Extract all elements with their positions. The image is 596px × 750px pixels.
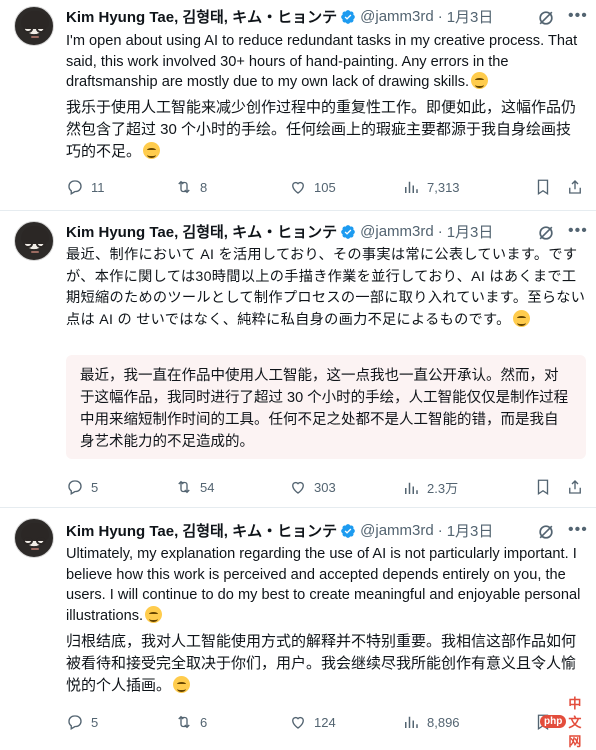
repost-count: 54 xyxy=(200,479,215,495)
repost-icon xyxy=(178,180,190,194)
tweet-body-text: Ultimately, my explanation regarding the… xyxy=(66,546,581,624)
tweet-body: 最近、制作において AI を活用しており、その事実は常に公表しています。ですが、… xyxy=(66,245,590,331)
like-button[interactable]: 105 xyxy=(289,178,336,196)
views-button[interactable]: 2.3万 xyxy=(402,478,458,497)
like-count: 303 xyxy=(314,479,336,495)
like-count: 124 xyxy=(314,714,336,730)
more-icon[interactable]: ••• xyxy=(568,522,588,538)
views-count: 2.3万 xyxy=(427,481,459,496)
heart-icon xyxy=(292,181,304,194)
verified-badge-icon xyxy=(341,9,355,24)
tweet-header: Kim Hyung Tae, 김형태, キム・ヒョンテ @jamm3rd · 1… xyxy=(66,520,493,541)
translation-text: 最近，我一直在作品中使用人工智能，这一点我也一直公开承认。然而，对于这幅作品，我… xyxy=(80,368,569,450)
verified-badge-icon xyxy=(341,523,355,538)
views-count: 7,313 xyxy=(427,179,460,195)
share-icon xyxy=(569,480,581,494)
like-button[interactable]: 124 xyxy=(289,713,336,731)
heart-icon xyxy=(292,481,304,494)
heart-icon xyxy=(292,716,304,729)
tweet-date[interactable]: 1月3日 xyxy=(447,6,494,27)
author-name[interactable]: Kim Hyung Tae, 김형태, キム・ヒョンテ xyxy=(66,520,337,541)
reply-count: 5 xyxy=(91,479,99,495)
share-icon xyxy=(569,180,581,194)
site-watermark: php 中文网 xyxy=(540,696,594,749)
grok-icon[interactable] xyxy=(536,522,556,542)
tweet-translation: 我乐于使用人工智能来减少创作过程中的重复性工作。即便如此，这幅作品仍然包含了超过… xyxy=(66,97,586,163)
bookmark-button[interactable] xyxy=(534,178,559,196)
translation-text: 归根结底，我对人工智能使用方式的解释并不特别重要。我相信这部作品如何被看待和接受… xyxy=(66,633,577,694)
views-button[interactable]: 8,896 xyxy=(402,713,460,731)
repost-count: 6 xyxy=(200,714,208,730)
tweet-date[interactable]: 1月3日 xyxy=(447,520,494,541)
separator-dot: · xyxy=(437,8,443,25)
reply-icon xyxy=(68,180,82,195)
repost-button[interactable]: 6 xyxy=(175,713,207,731)
more-icon[interactable]: ••• xyxy=(568,223,588,239)
reply-button[interactable]: 5 xyxy=(66,713,98,731)
tweet-body-text: I'm open about using AI to reduce redund… xyxy=(66,33,578,91)
tweet-header: Kim Hyung Tae, 김형태, キム・ヒョンテ @jamm3rd · 1… xyxy=(66,6,493,27)
views-count: 8,896 xyxy=(427,714,460,730)
tweet-actions: 5 54 303 2.3万 xyxy=(66,478,590,498)
like-count: 105 xyxy=(314,179,336,195)
views-icon xyxy=(405,716,418,728)
views-icon xyxy=(405,181,418,193)
tweet-translation: 归根结底，我对人工智能使用方式的解释并不特别重要。我相信这部作品如何被看待和接受… xyxy=(66,631,586,697)
author-handle[interactable]: @jamm3rd xyxy=(360,223,434,240)
tweet-1[interactable]: Kim Hyung Tae, 김형태, キム・ヒョンテ @jamm3rd · 1… xyxy=(0,0,596,210)
emoji-icon xyxy=(512,309,530,327)
author-avatar[interactable] xyxy=(14,221,54,261)
repost-icon xyxy=(178,480,190,494)
share-button[interactable] xyxy=(566,478,591,496)
tweet-actions: 11 8 105 7,313 xyxy=(66,178,590,198)
reply-count: 5 xyxy=(91,714,99,730)
more-icon[interactable]: ••• xyxy=(568,8,588,24)
bookmark-icon xyxy=(537,479,549,496)
bookmark-button[interactable] xyxy=(534,478,559,496)
reply-button[interactable]: 11 xyxy=(66,178,105,196)
repost-button[interactable]: 54 xyxy=(175,478,214,496)
author-handle[interactable]: @jamm3rd xyxy=(360,8,434,25)
emoji-icon xyxy=(471,72,489,90)
tweet-body-text: 最近、制作において AI を活用しており、その事実は常に公表しています。ですが、… xyxy=(66,247,586,328)
tweet-actions: 5 6 124 8,896 xyxy=(66,713,590,733)
author-handle[interactable]: @jamm3rd xyxy=(360,522,434,539)
author-name[interactable]: Kim Hyung Tae, 김형태, キム・ヒョンテ xyxy=(66,221,337,242)
tweet-3[interactable]: Kim Hyung Tae, 김형태, キム・ヒョンテ @jamm3rd · 1… xyxy=(0,508,596,741)
verified-badge-icon xyxy=(341,224,355,239)
watermark-logo: php xyxy=(540,714,567,728)
author-name[interactable]: Kim Hyung Tae, 김형태, キム・ヒョンテ xyxy=(66,6,337,27)
repost-count: 8 xyxy=(200,179,208,195)
author-avatar[interactable] xyxy=(14,6,54,46)
reply-icon xyxy=(68,480,82,495)
tweet-2[interactable]: Kim Hyung Tae, 김형태, キム・ヒョンテ @jamm3rd · 1… xyxy=(0,211,596,505)
like-button[interactable]: 303 xyxy=(289,478,336,496)
bookmark-icon xyxy=(537,179,549,196)
views-icon xyxy=(405,482,418,494)
grok-icon[interactable] xyxy=(536,223,556,243)
author-avatar[interactable] xyxy=(14,518,54,558)
separator-dot: · xyxy=(437,223,443,240)
grok-icon[interactable] xyxy=(536,8,556,28)
tweet-body: Ultimately, my explanation regarding the… xyxy=(66,544,590,626)
share-button[interactable] xyxy=(566,178,591,196)
reply-count: 11 xyxy=(91,179,105,195)
tweet-body: I'm open about using AI to reduce redund… xyxy=(66,31,590,93)
emoji-icon xyxy=(143,142,161,159)
reply-icon xyxy=(68,715,82,730)
emoji-icon xyxy=(173,676,191,693)
separator-dot: · xyxy=(437,522,443,539)
tweet-date[interactable]: 1月3日 xyxy=(447,221,494,242)
translation-box: 最近，我一直在作品中使用人工智能，这一点我也一直公开承认。然而，对于这幅作品，我… xyxy=(66,355,586,459)
reply-button[interactable]: 5 xyxy=(66,478,98,496)
repost-button[interactable]: 8 xyxy=(175,178,207,196)
emoji-icon xyxy=(145,605,163,623)
repost-icon xyxy=(178,715,190,729)
views-button[interactable]: 7,313 xyxy=(402,178,460,196)
tweet-header: Kim Hyung Tae, 김형태, キム・ヒョンテ @jamm3rd · 1… xyxy=(66,221,493,242)
